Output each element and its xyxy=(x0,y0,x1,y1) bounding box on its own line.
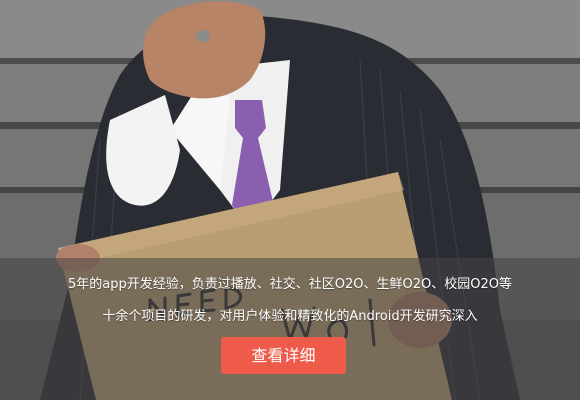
caption-line-1: 5年的app开发经验，负责过播放、社交、社区O2O、生鲜O2O、校园O2O等 xyxy=(68,277,512,292)
caption-line-2: 十余个项目的研发，对用户体验和精致化的Android开发研究深入 xyxy=(102,309,478,324)
view-details-button[interactable]: 查看详细 xyxy=(221,337,346,374)
